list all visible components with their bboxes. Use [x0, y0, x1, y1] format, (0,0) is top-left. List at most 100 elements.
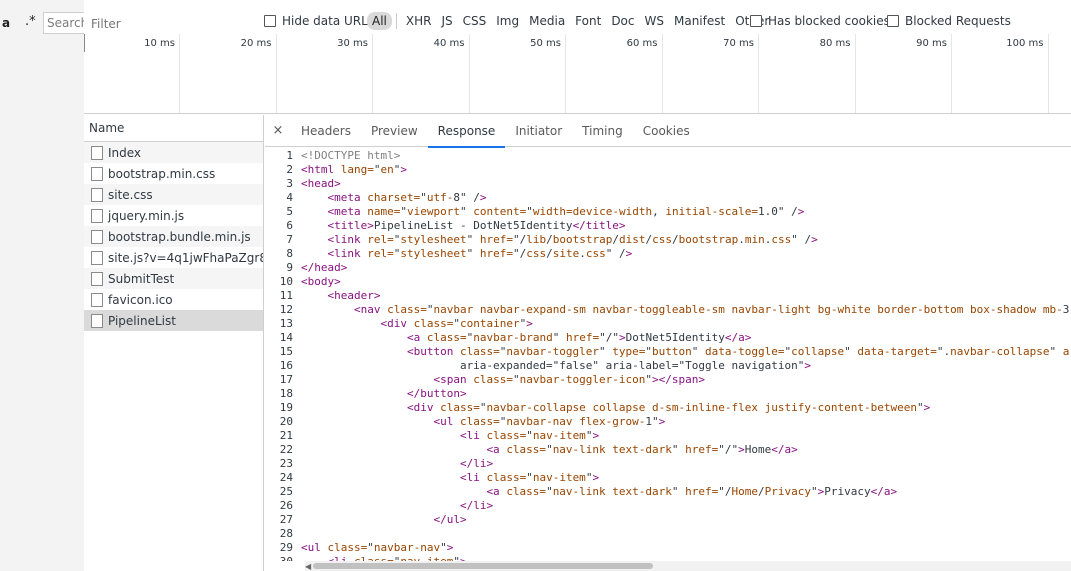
request-row[interactable]: Index	[84, 142, 263, 163]
line-number: 11	[279, 289, 293, 302]
code-line: 18 </button>	[265, 387, 1071, 401]
timeline-tick-label: 80 ms	[819, 38, 851, 49]
line-number: 10	[279, 275, 293, 288]
code-line: 26 </li>	[265, 499, 1071, 513]
timeline-gridline	[179, 34, 180, 113]
type-filter-js[interactable]: JS	[436, 12, 457, 30]
tab-preview[interactable]: Preview	[361, 115, 428, 147]
line-number: 19	[279, 401, 293, 414]
code-line: 4 <meta charset="utf-8" />	[265, 191, 1071, 205]
type-filter-ws[interactable]: WS	[640, 12, 669, 30]
filter-input[interactable]	[88, 11, 255, 33]
line-content: <header>	[327, 289, 381, 302]
code-line: 28	[265, 527, 1071, 541]
line-number: 6	[286, 219, 293, 232]
tab-headers[interactable]: Headers	[291, 115, 361, 147]
search-input[interactable]: Search	[43, 12, 84, 34]
timeline-tick-label: 60 ms	[626, 38, 658, 49]
line-number: 13	[279, 317, 293, 330]
resource-type-filters: AllXHRJSCSSImgMediaFontDocWSManifestOthe…	[367, 10, 774, 32]
code-line: 17 <span class="navbar-toggler-icon"></s…	[265, 373, 1071, 387]
tab-initiator[interactable]: Initiator	[505, 115, 572, 147]
scroll-left-icon[interactable]: ◀	[305, 562, 311, 571]
line-number: 30	[265, 555, 301, 561]
code-line: 6 <title>PipelineList - DotNet5Identity<…	[265, 219, 1071, 233]
timeline-gridline	[661, 34, 663, 113]
timeline-overview[interactable]: 10 ms 20 ms 30 ms 40 ms 50 ms 60 ms 70 ms 80 ms…	[84, 34, 1071, 114]
line-content: <meta charset="utf-8" />	[327, 191, 487, 204]
request-name: site.css	[108, 187, 153, 202]
hide-data-urls-checkbox[interactable]: Hide data URLs	[264, 14, 374, 28]
line-number: 16	[279, 359, 293, 372]
type-filter-all[interactable]: All	[367, 12, 392, 30]
line-number: 17	[279, 373, 293, 386]
line-number: 23	[279, 457, 293, 470]
type-filter-css[interactable]: CSS	[458, 12, 492, 30]
line-number: 22	[279, 443, 293, 456]
line-number: 2	[286, 163, 293, 176]
response-source: 1 <!DOCTYPE html> 2 <html lang="en"> 3 <head>…	[265, 149, 1071, 561]
request-name: bootstrap.min.css	[108, 166, 216, 181]
scrollbar-thumb[interactable]	[313, 563, 653, 569]
timeline-tick-label: 90 ms	[916, 38, 947, 49]
line-number: 25	[279, 485, 293, 498]
request-list: Name Index bootstrap.min.css site.css jquer…	[84, 115, 264, 571]
type-filter-media[interactable]: Media	[524, 12, 570, 30]
timeline-gridline	[854, 34, 856, 113]
code-line: 11 <header>	[265, 289, 1071, 303]
tab-timing[interactable]: Timing	[572, 115, 633, 147]
tab-response[interactable]: Response	[427, 115, 506, 148]
checkbox-icon	[750, 15, 762, 27]
document-icon	[91, 250, 103, 265]
type-filter-doc[interactable]: Doc	[606, 12, 639, 30]
request-row[interactable]: jquery.min.js	[84, 205, 263, 226]
timeline-gridline	[275, 34, 277, 113]
tab-cookies[interactable]: Cookies	[633, 115, 700, 147]
line-content: <li class="nav-item">	[459, 429, 600, 442]
document-icon	[91, 292, 103, 307]
timeline-tick-label: 20 ms	[240, 38, 272, 49]
regex-button[interactable]: .*	[25, 14, 36, 29]
close-icon[interactable]: ×	[265, 123, 291, 138]
type-filter-xhr[interactable]: XHR	[401, 12, 437, 30]
request-name: favicon.ico	[108, 292, 173, 307]
code-line: 20 <ul class="navbar-nav flex-grow-1">	[265, 415, 1071, 429]
request-row[interactable]: site.css	[84, 184, 263, 205]
line-content: <a class="navbar-brand" href="/">DotNet5…	[406, 331, 752, 344]
line-number: 21	[279, 429, 293, 442]
request-rows: Index bootstrap.min.css site.css jquery.min…	[84, 142, 263, 331]
code-line: 8 <link rel="stylesheet" href="/css/site…	[265, 247, 1071, 261]
blocked-requests-checkbox[interactable]: Blocked Requests	[887, 14, 1011, 28]
document-icon	[91, 166, 103, 181]
timeline-gridline	[565, 34, 566, 113]
request-row[interactable]: favicon.ico	[84, 289, 263, 310]
code-line: 12 <nav class="navbar navbar-expand-sm n…	[265, 303, 1071, 317]
type-filter-img[interactable]: Img	[491, 12, 524, 30]
request-row[interactable]: bootstrap.bundle.min.js	[84, 226, 263, 247]
has-blocked-cookies-checkbox[interactable]: Has blocked cookies	[750, 14, 890, 28]
type-filter-font[interactable]: Font	[570, 12, 606, 30]
blocked-requests-label: Blocked Requests	[905, 14, 1011, 28]
line-number: 27	[279, 513, 293, 526]
type-filter-manifest[interactable]: Manifest	[669, 12, 730, 30]
line-content: <ul class="navbar-nav">	[301, 541, 454, 554]
request-name: PipelineList	[108, 313, 176, 328]
line-content: <title>PipelineList - DotNet5Identity</t…	[327, 219, 626, 232]
code-line: 24 <li class="nav-item">	[265, 471, 1071, 485]
request-row[interactable]: SubmitTest	[84, 268, 263, 289]
match-case-button[interactable]: a	[2, 16, 10, 30]
timeline-gridline	[951, 34, 952, 113]
code-line: 10 <body>	[265, 275, 1071, 289]
left-gutter: a .* Search	[0, 0, 84, 571]
line-content: <nav class="navbar navbar-expand-sm navb…	[353, 303, 1070, 316]
horizontal-scrollbar[interactable]: ◀	[305, 561, 1071, 571]
request-row[interactable]: bootstrap.min.css	[84, 163, 263, 184]
code-line: 15 <button class="navbar-toggler" type="…	[265, 345, 1071, 359]
line-number: 7	[286, 233, 293, 246]
request-row[interactable]: PipelineList	[84, 310, 263, 331]
timeline-tick-label: 100 ms	[1006, 38, 1044, 49]
line-content: <li class="nav-item">	[459, 471, 600, 484]
name-column-header[interactable]: Name	[84, 115, 263, 142]
line-content: </ul>	[433, 513, 467, 526]
request-row[interactable]: site.js?v=4q1jwFhaPaZgr8...	[84, 247, 263, 268]
